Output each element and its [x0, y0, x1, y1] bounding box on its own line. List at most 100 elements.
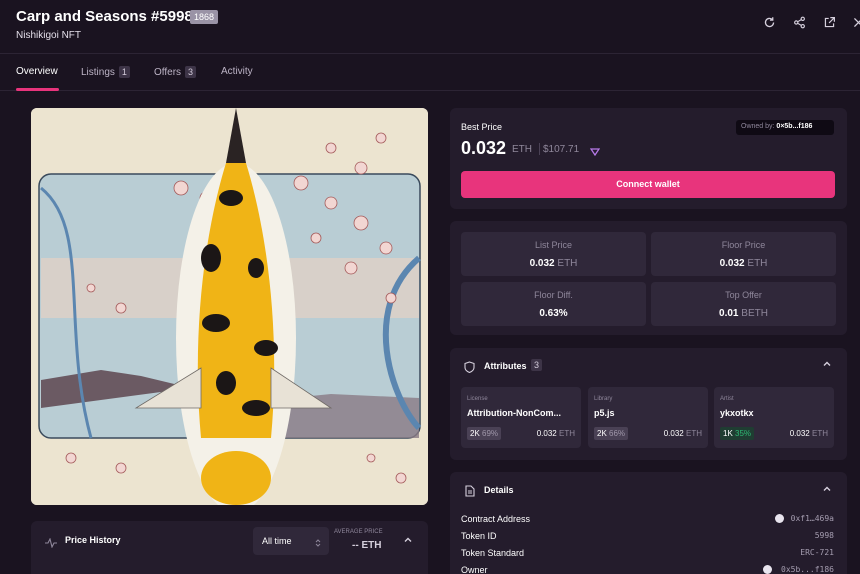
attribute-type: Artist	[720, 396, 734, 402]
detail-label: Owner	[461, 565, 488, 574]
best-price-usd: $107.71	[543, 144, 580, 155]
active-tab-indicator	[16, 88, 59, 91]
tab-activity[interactable]: Activity	[221, 66, 253, 77]
token-standard-value: ERC-721	[800, 548, 834, 557]
tab-listings-count: 1	[118, 66, 130, 78]
activity-chart-icon	[45, 535, 57, 553]
attribute-price: 0.032 ETH	[664, 429, 702, 438]
details-collapse-icon[interactable]	[822, 484, 832, 497]
attribute-price-value: 0.032	[536, 429, 557, 438]
attribute-rarity: 2K 69%	[467, 427, 502, 440]
detail-label: Contract Address	[461, 514, 531, 524]
rank-badge: 1868	[190, 10, 219, 24]
stat-number: 0.032	[719, 258, 745, 269]
time-range-value: All time	[262, 536, 292, 546]
tab-overview[interactable]: Overview	[16, 66, 58, 77]
stat-number: 0.63%	[539, 308, 568, 319]
attribute-price-unit: ETH	[559, 429, 575, 438]
attribute-price: 0.032 ETH	[790, 429, 828, 438]
attribute-type: License	[467, 396, 488, 402]
stat-value: 0.032 ETH	[461, 258, 646, 269]
stat-label: List Price	[534, 240, 572, 250]
attribute-value: p5.js	[594, 408, 615, 418]
select-updown-icon	[315, 535, 321, 553]
detail-label: Token Standard	[461, 548, 525, 558]
stat-label: Floor Price	[721, 240, 766, 250]
close-icon[interactable]	[850, 16, 860, 32]
attribute-rarity: 2K 66%	[594, 427, 629, 440]
attribute-price-unit: ETH	[812, 429, 828, 438]
attribute-price-value: 0.032	[663, 429, 684, 438]
attribute-count: 2K	[597, 429, 607, 438]
price-divider	[539, 143, 540, 155]
tab-offers[interactable]: Offers 3	[154, 66, 197, 78]
owned-by-address: 0×5b...f186	[776, 123, 813, 130]
stat-floor-diff: Floor Diff. 0.63%	[461, 282, 646, 326]
tab-offers-label: Offers	[154, 67, 182, 78]
detail-label: Token ID	[461, 531, 497, 541]
time-range-select[interactable]: All time	[253, 527, 329, 555]
attributes-collapse-icon[interactable]	[822, 359, 832, 372]
attribute-price-value: 0.032	[789, 429, 810, 438]
details-title: Details	[484, 485, 514, 495]
price-history-collapse-icon[interactable]	[403, 535, 413, 548]
attribute-artist[interactable]: Artist ykxotkx 1K 35% 0.032 ETH	[714, 387, 834, 448]
contract-address-link[interactable]: 0xf1…469a	[791, 514, 834, 523]
best-price-value: 0.032	[461, 138, 507, 158]
average-price-value: -- ETH	[352, 540, 382, 551]
stat-top-offer: Top Offer 0.01 BETH	[651, 282, 836, 326]
tab-overview-label: Overview	[16, 66, 58, 77]
page-title: Carp and Seasons #5998	[16, 8, 193, 25]
refresh-icon[interactable]	[761, 16, 777, 32]
stat-label: Floor Diff.	[534, 290, 573, 300]
average-price-label: AVERAGE PRICE	[334, 529, 383, 535]
attribute-percent: 66%	[609, 429, 626, 438]
attribute-count: 1K	[723, 429, 733, 438]
stat-label: Top Offer	[725, 290, 762, 300]
stat-number: 0.032	[529, 258, 555, 269]
tab-offers-count: 3	[185, 66, 197, 78]
tab-listings-label: Listings	[81, 67, 115, 78]
stat-floor-price: Floor Price 0.032 ETH	[651, 232, 836, 276]
stat-value: 0.01 BETH	[651, 308, 836, 319]
attribute-license[interactable]: License Attribution-NonCom... 2K 69% 0.0…	[461, 387, 581, 448]
stat-number: 0.01	[719, 308, 739, 319]
owner-address-link[interactable]: 0x5b...f186	[781, 565, 834, 574]
shield-icon	[464, 360, 475, 378]
attribute-count: 2K	[470, 429, 480, 438]
stat-list-price: List Price 0.032 ETH	[461, 232, 646, 276]
document-icon	[465, 484, 475, 502]
token-id-value: 5998	[814, 531, 834, 540]
stat-unit: BETH	[741, 308, 768, 319]
attribute-percent: 69%	[482, 429, 499, 438]
stat-value: 0.032 ETH	[651, 258, 836, 269]
contract-avatar-icon	[775, 514, 784, 523]
best-price-currency: ETH	[512, 144, 532, 155]
attributes-title: Attributes	[484, 361, 527, 371]
tab-bar: Overview Listings 1 Offers 3 Activity	[0, 54, 860, 91]
stat-unit: ETH	[747, 258, 768, 269]
connect-wallet-button[interactable]: Connect wallet	[461, 171, 835, 198]
price-history-title: Price History	[65, 535, 121, 545]
owned-by-badge[interactable]: Owned by: 0×5b...f186	[736, 120, 834, 135]
nft-artwork-image[interactable]	[31, 108, 428, 505]
diamond-icon	[589, 143, 601, 161]
attribute-value: Attribution-NonCom...	[467, 408, 561, 418]
collection-name[interactable]: Nishikigoi NFT	[16, 30, 81, 41]
stat-unit: ETH	[557, 258, 578, 269]
tab-activity-label: Activity	[221, 66, 253, 77]
share-icon[interactable]	[791, 16, 807, 32]
attribute-library[interactable]: Library p5.js 2K 66% 0.032 ETH	[588, 387, 708, 448]
attribute-price: 0.032 ETH	[537, 429, 575, 438]
attribute-percent: 35%	[735, 429, 752, 438]
owned-by-label: Owned by:	[741, 123, 775, 130]
owner-avatar-icon	[763, 565, 772, 574]
attribute-type: Library	[594, 396, 613, 402]
stat-value: 0.63%	[461, 308, 646, 319]
best-price-label: Best Price	[461, 122, 503, 132]
attribute-value: ykxotkx	[720, 408, 754, 418]
page-header: Carp and Seasons #5998 1868 Nishikigoi N…	[0, 0, 860, 54]
attributes-count: 3	[531, 359, 543, 371]
external-link-icon[interactable]	[821, 16, 837, 32]
tab-listings[interactable]: Listings 1	[81, 66, 130, 78]
